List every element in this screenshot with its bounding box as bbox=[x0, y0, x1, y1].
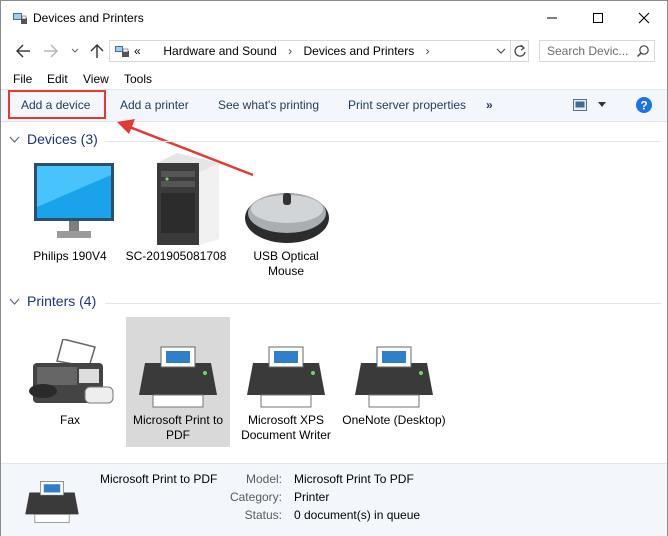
printer-icon bbox=[126, 317, 230, 409]
change-view-icon[interactable] bbox=[573, 99, 587, 111]
title-bar: Devices and Printers bbox=[1, 1, 667, 35]
see-whats-printing-button[interactable]: See what's printing bbox=[218, 98, 319, 112]
breadcrumb-hardware-and-sound[interactable]: Hardware and Sound bbox=[163, 44, 276, 58]
print-server-properties-button[interactable]: Print server properties bbox=[348, 98, 466, 112]
menu-file[interactable]: File bbox=[13, 72, 32, 86]
printer-icon bbox=[342, 317, 446, 409]
search-box[interactable]: Search Devic... bbox=[539, 40, 655, 62]
fax-icon bbox=[18, 317, 122, 409]
printer-fax[interactable]: Fax bbox=[18, 317, 122, 428]
device-mouse[interactable]: USB Optical Mouse bbox=[234, 153, 338, 279]
recent-locations-chevron-icon[interactable] bbox=[65, 42, 85, 60]
address-divider bbox=[510, 41, 511, 61]
device-computer[interactable]: SC-201905081708 bbox=[124, 153, 228, 264]
window-title: Devices and Printers bbox=[33, 11, 144, 25]
details-model-value: Microsoft Print To PDF bbox=[294, 472, 414, 486]
devices-and-printers-window: Devices and Printers « Hardware and Soun… bbox=[0, 0, 668, 536]
group-divider bbox=[105, 303, 661, 304]
add-a-printer-button[interactable]: Add a printer bbox=[120, 98, 189, 112]
devices-printers-icon bbox=[12, 10, 28, 26]
svg-text:?: ? bbox=[640, 99, 647, 113]
menu-edit[interactable]: Edit bbox=[47, 72, 68, 86]
search-icon[interactable] bbox=[636, 44, 650, 58]
details-pane: Microsoft Print to PDF Model: Microsoft … bbox=[1, 463, 667, 536]
details-category-value: Printer bbox=[294, 490, 330, 504]
location-icon bbox=[114, 44, 130, 59]
details-category-label: Category: bbox=[229, 490, 282, 504]
breadcrumb-separator-icon[interactable]: › bbox=[426, 44, 430, 58]
back-button[interactable] bbox=[13, 42, 33, 60]
maximize-button[interactable] bbox=[575, 1, 621, 35]
more-commands-button[interactable]: » bbox=[486, 98, 493, 112]
address-overflow[interactable]: « bbox=[134, 44, 141, 58]
details-status-label: Status: bbox=[244, 508, 282, 522]
menu-tools[interactable]: Tools bbox=[124, 72, 152, 86]
mouse-icon bbox=[234, 153, 338, 245]
printers-group-title: Printers (4) bbox=[27, 293, 97, 309]
navigation-bar: « Hardware and Sound › Devices and Print… bbox=[1, 35, 667, 67]
printer-microsoft-print-to-pdf[interactable]: Microsoft Print to PDF bbox=[126, 317, 230, 447]
device-monitor[interactable]: Philips 190V4 bbox=[18, 153, 122, 264]
printer-label: Microsoft XPS Document Writer bbox=[241, 413, 331, 442]
close-button[interactable] bbox=[621, 1, 667, 35]
devices-group-header[interactable]: Devices (3) bbox=[9, 131, 98, 147]
address-bar[interactable]: « Hardware and Sound › Devices and Print… bbox=[109, 40, 529, 62]
group-divider bbox=[105, 141, 661, 142]
device-label: Philips 190V4 bbox=[33, 249, 107, 263]
forward-button[interactable] bbox=[41, 42, 61, 60]
details-model-label: Model: bbox=[245, 472, 282, 486]
breadcrumb-devices-and-printers[interactable]: Devices and Printers bbox=[303, 44, 414, 58]
device-label: SC-201905081708 bbox=[125, 249, 227, 263]
search-input[interactable]: Search Devic... bbox=[547, 44, 628, 58]
address-dropdown-chevron-icon[interactable] bbox=[496, 46, 506, 56]
up-button[interactable] bbox=[87, 42, 107, 60]
menu-bar: File Edit View Tools bbox=[1, 69, 667, 89]
printer-label: Microsoft Print to PDF bbox=[132, 413, 224, 442]
details-status-value: 0 document(s) in queue bbox=[294, 508, 421, 522]
menu-view[interactable]: View bbox=[83, 72, 109, 86]
devices-group-title: Devices (3) bbox=[27, 131, 98, 147]
collapse-chevron-icon[interactable] bbox=[9, 136, 21, 144]
printer-onenote[interactable]: OneNote (Desktop) bbox=[342, 317, 446, 428]
collapse-chevron-icon[interactable] bbox=[9, 298, 21, 306]
minimize-button[interactable] bbox=[529, 1, 575, 35]
selected-printer-icon bbox=[21, 476, 83, 524]
printer-label: Fax bbox=[59, 413, 80, 427]
refresh-icon[interactable] bbox=[513, 44, 527, 58]
printer-microsoft-xps[interactable]: Microsoft XPS Document Writer bbox=[234, 317, 338, 443]
help-icon[interactable]: ? bbox=[635, 96, 653, 114]
add-a-device-highlight bbox=[8, 90, 106, 119]
view-options-chevron-icon[interactable] bbox=[597, 101, 607, 109]
device-label: USB Optical Mouse bbox=[253, 249, 319, 278]
breadcrumb-separator-icon[interactable]: › bbox=[288, 44, 292, 58]
monitor-icon bbox=[18, 153, 122, 245]
computer-tower-icon bbox=[124, 153, 228, 245]
printers-group-header[interactable]: Printers (4) bbox=[9, 293, 96, 309]
printer-label: OneNote (Desktop) bbox=[342, 413, 446, 427]
printer-icon bbox=[234, 317, 338, 409]
